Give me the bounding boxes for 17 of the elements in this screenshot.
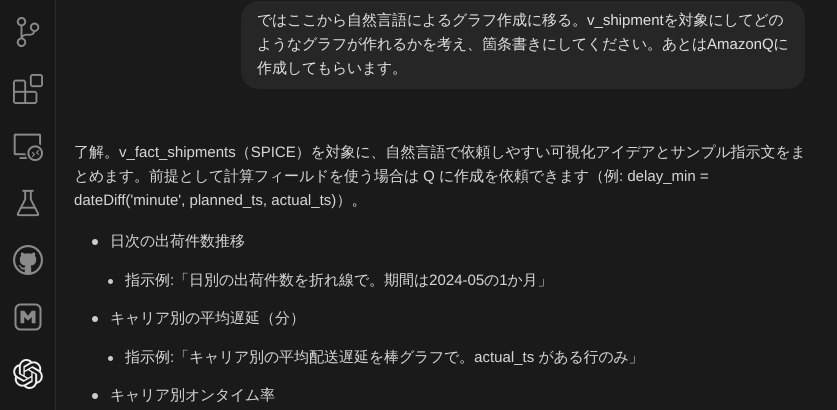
monitor-icon[interactable]	[12, 131, 42, 161]
bullet-icon	[108, 279, 113, 284]
bullet-icon	[92, 239, 98, 245]
user-message: ではここから自然言語によるグラフ作成に移る。v_shipmentを対象にしてどのようなグラフが作れるかを考え、箇条書きにしてください。あとはAmazonQに作成してもらいます。	[241, 1, 805, 89]
bullet-icon	[92, 316, 98, 322]
list-item-text: 指示例:「日別の出荷件数を折れ線で。期間は2024-05の1か月」	[125, 271, 553, 291]
knot-icon[interactable]	[12, 359, 42, 389]
cat-icon[interactable]	[12, 245, 42, 275]
list-item-text: キャリア別オンタイム率	[110, 386, 275, 406]
bullet-icon	[92, 393, 98, 399]
reply-paragraph: 了解。v_fact_shipments（SPICE）を対象に、自然言語で依頼しやすい可視化アイデアとサンプル指示文をまとめます。前提として計算フィールドを使う場合は Q に作成を依頼できます（例: delay_min = dateDiff('minute', planned_ts, actual_ts)）。	[74, 143, 807, 211]
extensions-icon[interactable]	[12, 74, 42, 104]
m-logo-icon[interactable]	[12, 302, 42, 332]
bullet-icon	[108, 356, 113, 361]
list-item-text: キャリア別の平均遅延（分）	[110, 309, 305, 329]
list-item-text: 日次の出荷件数推移	[110, 232, 245, 252]
list-item-text: 指示例:「キャリア別の平均配送遅延を棒グラフで。actual_ts がある行のみ」	[125, 348, 644, 368]
